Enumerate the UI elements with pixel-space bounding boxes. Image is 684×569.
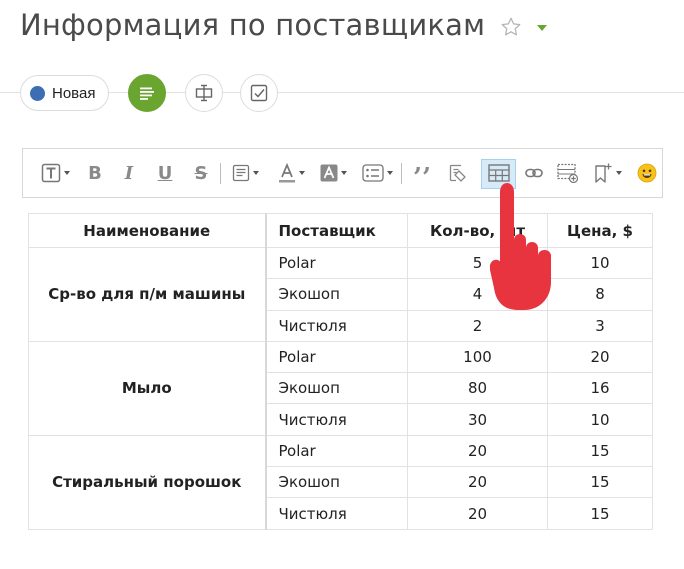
group-name-cell[interactable]: Стиральный порошок (28, 434, 267, 530)
supplier-cell[interactable]: Polar (265, 434, 408, 468)
table-button[interactable] (481, 149, 516, 197)
background-color-button[interactable] (315, 149, 351, 197)
paragraph-icon (232, 164, 249, 182)
list-button[interactable] (357, 149, 397, 197)
qty-cell[interactable]: 4 (407, 278, 548, 311)
checklist-button[interactable] (240, 74, 278, 112)
qty-cell[interactable]: 30 (407, 403, 548, 436)
link-icon (525, 168, 543, 178)
toolbar-divider (401, 163, 402, 184)
toolbar-divider (220, 163, 221, 184)
bold-button[interactable]: B (83, 149, 107, 197)
insert-table-row-button[interactable] (553, 149, 583, 197)
page-title: Информация по поставщикам (20, 8, 486, 42)
table-header-row: Наименование Поставщик Кол-во, шт Цена, … (28, 213, 653, 248)
header-price[interactable]: Цена, $ (547, 213, 653, 248)
font-color-icon (278, 163, 295, 183)
star-outline-icon[interactable] (500, 16, 522, 38)
clear-format-icon (449, 164, 466, 182)
table-icon (487, 164, 510, 182)
status-dot (30, 85, 45, 101)
supplier-cell[interactable]: Чистюля (265, 309, 408, 342)
clear-format-button[interactable] (443, 149, 471, 197)
bold-icon: B (88, 162, 102, 184)
split-box-icon (195, 84, 213, 102)
price-cell[interactable]: 15 (547, 466, 653, 499)
quote-button[interactable]: ’’ (409, 149, 435, 197)
emoji-button[interactable] (633, 149, 661, 197)
text-style-button[interactable] (37, 149, 73, 197)
group-name-cell[interactable]: Ср-во для п/м машины (28, 247, 267, 342)
checkbox-icon (250, 84, 268, 102)
supplier-cell[interactable]: Экошоп (265, 278, 408, 311)
list-icon (361, 164, 384, 182)
status-label: Новая (52, 84, 96, 102)
supplier-cell[interactable]: Polar (265, 340, 408, 374)
structure-button[interactable] (185, 74, 223, 112)
table-row: Мыло Polar 100 20 (28, 340, 653, 436)
quote-icon: ’’ (412, 163, 432, 193)
bookmark-button[interactable] (589, 149, 625, 197)
font-color-button[interactable] (273, 149, 309, 197)
background-color-icon (320, 164, 337, 182)
underline-icon: U (157, 162, 173, 184)
status-button[interactable]: Новая (20, 75, 109, 111)
italic-icon: I (124, 162, 134, 184)
text-view-button[interactable] (128, 74, 166, 112)
qty-cell[interactable]: 20 (407, 497, 548, 530)
qty-cell[interactable]: 100 (407, 340, 548, 374)
italic-button[interactable]: I (117, 149, 141, 197)
bookmark-icon (594, 163, 611, 183)
qty-cell[interactable]: 80 (407, 372, 548, 405)
supplier-cell[interactable]: Экошоп (265, 372, 408, 405)
strikethrough-icon: S (194, 162, 208, 184)
editor-toolbar: B I U S ’’ (22, 148, 663, 198)
header-supplier[interactable]: Поставщик (265, 213, 408, 248)
price-cell[interactable]: 16 (547, 372, 653, 405)
chevron-down-icon[interactable] (537, 25, 547, 31)
qty-cell[interactable]: 2 (407, 309, 548, 342)
price-cell[interactable]: 15 (547, 497, 653, 530)
lines-icon (140, 87, 154, 100)
table-row: Стиральный порошок Polar 20 15 (28, 434, 653, 530)
text-style-icon (41, 163, 60, 183)
qty-cell[interactable]: 20 (407, 466, 548, 499)
insert-table-row-icon (557, 163, 579, 183)
price-cell[interactable]: 20 (547, 340, 653, 374)
price-cell[interactable]: 15 (547, 434, 653, 468)
paragraph-button[interactable] (227, 149, 263, 197)
header-name[interactable]: Наименование (28, 213, 267, 248)
emoji-icon (637, 163, 657, 183)
price-cell[interactable]: 8 (547, 278, 653, 311)
group-name-cell[interactable]: Мыло (28, 340, 267, 436)
underline-button[interactable]: U (153, 149, 177, 197)
price-cell[interactable]: 10 (547, 246, 653, 280)
header-qty[interactable]: Кол-во, шт (407, 213, 548, 248)
price-cell[interactable]: 3 (547, 309, 653, 342)
qty-cell[interactable]: 5 (407, 246, 548, 280)
supplier-cell[interactable]: Экошоп (265, 466, 408, 499)
supplier-table[interactable]: Наименование Поставщик Кол-во, шт Цена, … (28, 213, 653, 530)
qty-cell[interactable]: 20 (407, 434, 548, 468)
table-row: Ср-во для п/м машины Polar 5 10 (28, 246, 653, 342)
supplier-cell[interactable]: Polar (265, 246, 408, 280)
strikethrough-button[interactable]: S (189, 149, 213, 197)
supplier-table-container: Наименование Поставщик Кол-во, шт Цена, … (28, 213, 653, 530)
supplier-cell[interactable]: Чистюля (265, 497, 408, 530)
supplier-cell[interactable]: Чистюля (265, 403, 408, 436)
price-cell[interactable]: 10 (547, 403, 653, 436)
link-button[interactable] (521, 149, 547, 197)
